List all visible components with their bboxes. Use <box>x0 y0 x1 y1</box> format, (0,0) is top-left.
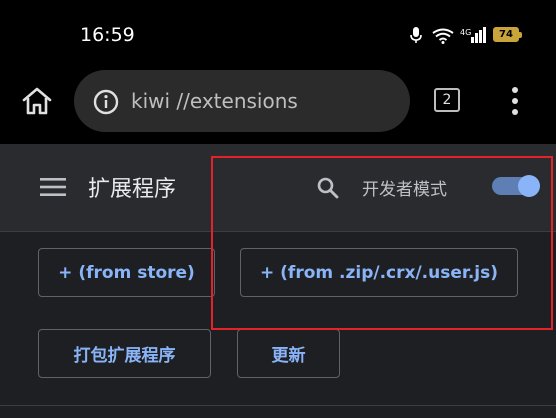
tab-switcher-button[interactable]: 2 <box>434 88 460 112</box>
battery-icon: 74 <box>493 27 519 42</box>
more-vert-icon[interactable] <box>508 86 522 116</box>
wifi-icon <box>432 28 454 44</box>
status-time: 16:59 <box>80 24 135 46</box>
url-text[interactable]: kiwi //extensions <box>131 89 298 113</box>
hamburger-icon[interactable] <box>40 177 66 197</box>
svg-text:4G: 4G <box>460 28 471 37</box>
info-icon[interactable] <box>93 89 119 115</box>
home-icon[interactable] <box>21 86 53 116</box>
signal-icon: 4G <box>460 27 486 43</box>
divider <box>0 405 556 406</box>
battery-level: 74 <box>499 29 513 40</box>
highlight-annotation <box>211 156 553 330</box>
battery-tip <box>519 32 522 38</box>
pack-extension-button[interactable]: 打包扩展程序 <box>38 329 211 378</box>
update-button[interactable]: 更新 <box>237 329 340 378</box>
install-from-store-button[interactable]: + (from store) <box>38 248 215 297</box>
page-title: 扩展程序 <box>88 177 177 202</box>
microphone-icon <box>410 27 422 43</box>
